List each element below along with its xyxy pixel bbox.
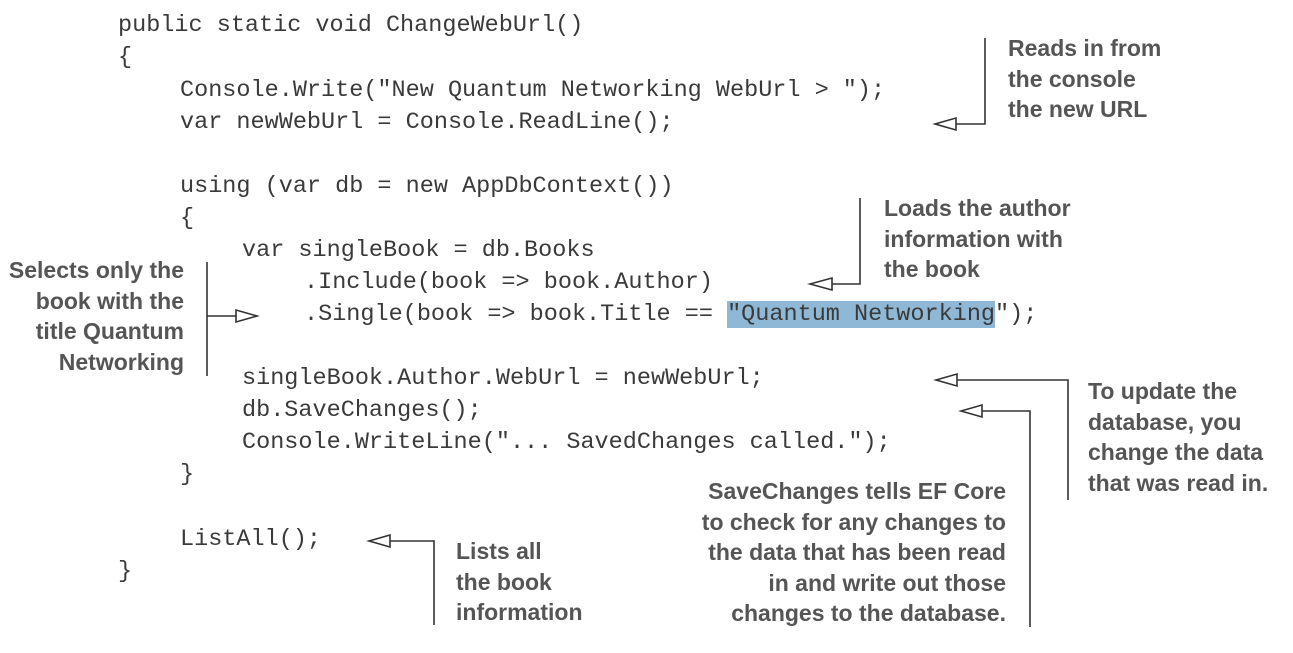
code-annotation-diagram: public static void ChangeWebUrl() { Cons… (0, 0, 1293, 653)
arrowhead-savechanges (958, 403, 983, 419)
connector-reads-console (956, 38, 986, 125)
arrowhead-loads-author (806, 276, 833, 292)
arrowhead-lists-all (366, 533, 391, 549)
connector-to-update (957, 379, 1069, 500)
arrowhead-reads-console (932, 116, 957, 132)
arrowhead-to-update (933, 372, 958, 388)
connector-arrows (206, 38, 1069, 627)
connector-savechanges (982, 410, 1031, 627)
connector-lists-all (390, 540, 435, 625)
arrowhead-selects-book (235, 308, 260, 324)
connector-loads-author (832, 198, 861, 285)
